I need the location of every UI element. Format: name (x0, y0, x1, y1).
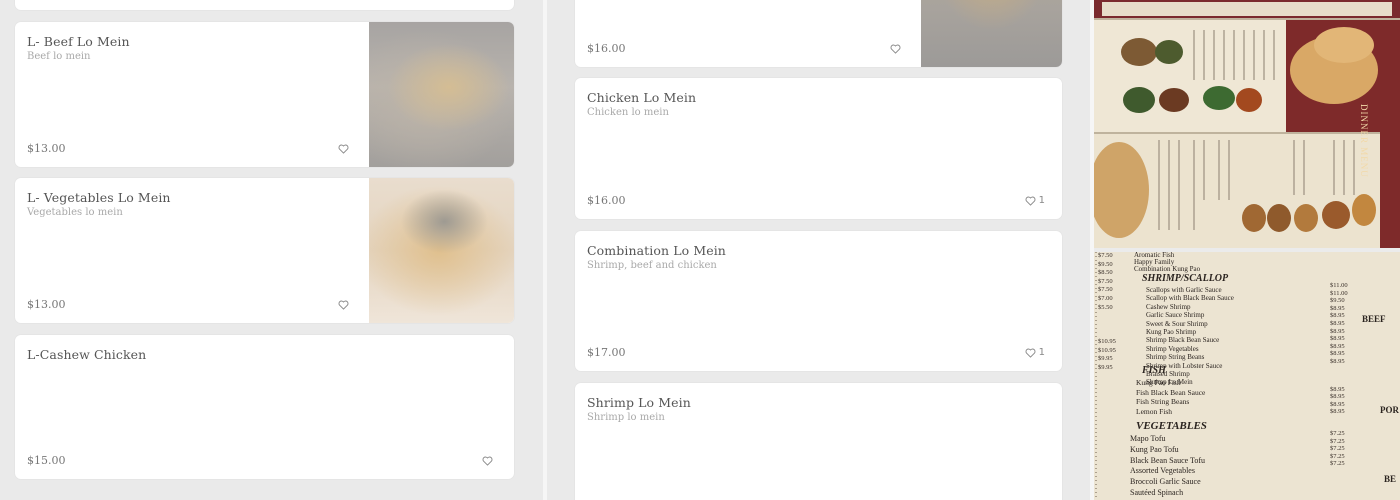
heart-icon (1025, 196, 1036, 206)
menu-section-title: BE (1384, 474, 1397, 484)
menu-item-image[interactable] (369, 22, 514, 167)
heart-icon (482, 456, 493, 466)
menu-section-title: VEGETABLES (1136, 420, 1207, 432)
menu-section-title: FISH (1142, 365, 1166, 376)
favorite-button[interactable] (338, 144, 352, 154)
menu-item-name: L- Vegetables Lo Mein (27, 190, 171, 205)
menu-text-top: Aromatic Fish Happy Family Combination K… (1134, 252, 1201, 273)
menu-item-price: $15.00 (27, 454, 66, 467)
menu-section-title: BEEF (1362, 314, 1386, 324)
menu-item-description: Shrimp lo mein (587, 412, 665, 423)
favorite-button[interactable] (890, 44, 904, 54)
menu-section-title: POR (1380, 405, 1399, 415)
menu-item-card[interactable]: L- Vegetables Lo Mein Vegetables lo mein… (15, 178, 514, 323)
menu-item-name: Chicken Lo Mein (587, 90, 697, 105)
menu-item-name: Shrimp Lo Mein (587, 395, 691, 410)
heart-icon (338, 300, 349, 310)
menu-items-list: Mapo Tofu Kung Pao Tofu Black Bean Sauce… (1130, 434, 1206, 497)
dinner-menu-photo-art (1094, 0, 1400, 248)
menu-item-card[interactable]: Chicken Lo Mein Chicken lo mein $16.00 1 (575, 78, 1062, 219)
menu-item-description: Chicken lo mein (587, 107, 669, 118)
favorite-button[interactable]: 1 (1025, 195, 1045, 206)
heart-icon (338, 144, 349, 154)
menu-item-price: $16.00 (587, 194, 626, 207)
favorite-button[interactable] (338, 300, 352, 310)
heart-icon (890, 44, 901, 54)
menu-item-description: Beef lo mein (27, 51, 91, 62)
menu-prices-right: $11.00 $11.00 $9.50 $8.95 $8.95 $8.95 $8… (1330, 282, 1348, 468)
favorite-button[interactable]: 1 (1025, 347, 1045, 358)
dinner-menu-banner: DINNER MENU (1359, 104, 1369, 178)
menu-item-name: L-Cashew Chicken (27, 347, 147, 362)
menu-item-name: L- Beef Lo Mein (27, 34, 130, 49)
heart-icon (1025, 348, 1036, 358)
menu-photo[interactable]: Aromatic Fish Happy Family Combination K… (1094, 252, 1400, 500)
menu-photo[interactable]: DINNER MENU (1094, 0, 1400, 248)
menu-prices-left: $7.50 $9.50 $8.50 $7.50 $7.50 $7.00 $5.5… (1098, 252, 1116, 371)
menu-item-card[interactable]: Combination Lo Mein Shrimp, beef and chi… (575, 231, 1062, 371)
menu-item-name: Combination Lo Mein (587, 243, 726, 258)
menu-item-card[interactable]: L-Cashew Chicken $15.00 (15, 335, 514, 479)
menu-column-left: L- Beef Lo Mein Beef lo mein $13.00 L- V… (0, 0, 543, 500)
menu-item-price: $13.00 (27, 298, 66, 311)
menu-column-middle: $16.00 Chicken Lo Mein Chicken lo mein $… (547, 0, 1090, 500)
like-count: 1 (1038, 347, 1045, 358)
menu-section-title: SHRIMP/SCALLOP (1142, 273, 1229, 284)
like-count: 1 (1038, 195, 1045, 206)
menu-items-list: Kung Pao Fish Fish Black Bean Sauce Fish… (1136, 378, 1206, 416)
menu-item-price: $17.00 (587, 346, 626, 359)
menu-item-card[interactable] (15, 0, 514, 10)
menu-item-description: Shrimp, beef and chicken (587, 260, 717, 271)
menu-item-description: Vegetables lo mein (27, 207, 123, 218)
menu-item-card[interactable]: Shrimp Lo Mein Shrimp lo mein (575, 383, 1062, 500)
menu-item-image[interactable] (369, 178, 514, 323)
menu-item-card[interactable]: $16.00 (575, 0, 1062, 67)
menu-item-price: $13.00 (27, 142, 66, 155)
menu-item-image[interactable] (921, 0, 1062, 67)
menu-item-price: $16.00 (587, 42, 626, 55)
favorite-button[interactable] (482, 456, 496, 466)
menu-item-card[interactable]: L- Beef Lo Mein Beef lo mein $13.00 (15, 22, 514, 167)
